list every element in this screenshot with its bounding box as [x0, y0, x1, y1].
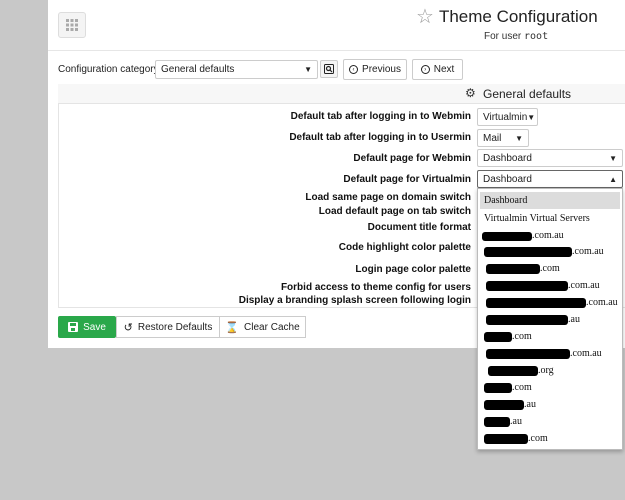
save-button[interactable]: Save	[58, 316, 116, 338]
next-label: Next	[433, 64, 455, 75]
redaction-bar	[486, 349, 570, 359]
dropdown-option[interactable]: .com	[540, 263, 560, 274]
row-label-splash-screen: Display a branding splash screen followi…	[238, 295, 471, 306]
dropdown-option[interactable]: Dashboard	[480, 192, 620, 209]
dropdown-option[interactable]: .au	[568, 314, 580, 325]
caret-down-icon: ▼	[304, 65, 312, 74]
webmin-tab-value: Virtualmin	[483, 111, 528, 123]
page-title: Theme Configuration	[438, 7, 598, 26]
caret-down-icon: ▼	[515, 133, 523, 143]
row-label-usermin-tab: Default tab after logging in to Usermin	[289, 132, 471, 143]
hourglass-icon: ⌛	[225, 321, 240, 334]
webmin-page-select[interactable]: Dashboard ▼	[477, 149, 623, 167]
page-title-wrap: ☆ Theme Configuration	[416, 7, 598, 27]
dropdown-option[interactable]: .au	[510, 416, 522, 427]
redaction-bar	[486, 298, 586, 308]
dropdown-option[interactable]: .com	[528, 433, 548, 444]
redaction-bar	[484, 400, 524, 410]
redaction-bar	[484, 383, 512, 393]
floppy-disk-icon	[68, 322, 79, 332]
clear-cache-button[interactable]: ⌛ Clear Cache	[219, 316, 306, 338]
section-title: General defaults	[483, 87, 572, 101]
row-label-login-palette: Login page color palette	[355, 264, 471, 275]
restore-label: Restore Defaults	[137, 321, 213, 333]
undo-icon: ↺	[123, 321, 133, 334]
webmin-page-value: Dashboard	[483, 152, 532, 164]
category-select[interactable]: General defaults ▼	[155, 60, 318, 79]
redaction-bar	[486, 315, 568, 325]
row-label-title-format: Document title format	[367, 222, 471, 233]
redaction-bar	[484, 434, 528, 444]
caret-down-icon: ▼	[609, 153, 617, 163]
redaction-bar	[484, 417, 510, 427]
dropdown-option[interactable]: .com.au	[586, 297, 618, 308]
page-subtitle: For user root	[484, 31, 548, 42]
dropdown-option[interactable]: .com.au	[572, 246, 604, 257]
search-icon	[324, 64, 334, 74]
dropdown-option[interactable]: Virtualmin Virtual Servers	[484, 213, 590, 224]
dropdown-option[interactable]: .com	[512, 331, 532, 342]
arrow-right-circle-icon: ›	[420, 65, 430, 74]
star-icon[interactable]: ☆	[416, 7, 434, 27]
row-label-code-palette: Code highlight color palette	[338, 242, 471, 253]
redaction-bar	[484, 247, 572, 257]
webmin-tab-select[interactable]: Virtualmin ▼	[477, 108, 538, 126]
category-search-button[interactable]	[320, 60, 338, 78]
category-label: Configuration category:	[58, 64, 162, 75]
subtitle-prefix: For user	[484, 31, 522, 42]
next-button[interactable]: › Next	[412, 59, 463, 80]
redaction-bar	[488, 366, 538, 376]
virtualmin-page-select[interactable]: Dashboard ▲	[477, 170, 623, 188]
header-divider	[48, 50, 625, 51]
row-label-webmin-page: Default page for Webmin	[353, 153, 471, 164]
redaction-bar	[484, 332, 512, 342]
clear-cache-label: Clear Cache	[244, 321, 300, 333]
virtualmin-page-value: Dashboard	[483, 173, 532, 185]
virtualmin-page-dropdown: Dashboard Virtualmin Virtual Servers .co…	[477, 188, 623, 450]
previous-button[interactable]: ‹ Previous	[343, 59, 407, 80]
row-label-same-page: Load same page on domain switch	[305, 192, 471, 203]
usermin-tab-select[interactable]: Mail ▼	[477, 129, 529, 147]
category-value: General defaults	[161, 64, 235, 75]
row-label-virtualmin-page: Default page for Virtualmin	[343, 174, 471, 185]
row-label-forbid-access: Forbid access to theme config for users	[280, 282, 471, 293]
dropdown-option[interactable]: .com.au	[570, 348, 602, 359]
gear-icon: ⚙	[465, 86, 476, 100]
restore-defaults-button[interactable]: ↺ Restore Defaults	[116, 316, 220, 338]
row-label-default-page: Load default page on tab switch	[318, 206, 471, 217]
dropdown-option[interactable]: .com.au	[568, 280, 600, 291]
caret-up-icon: ▲	[609, 174, 617, 184]
caret-down-icon: ▼	[527, 112, 536, 122]
dropdown-option[interactable]: .com.au	[532, 230, 564, 241]
usermin-tab-value: Mail	[483, 132, 502, 144]
row-label-webmin-tab: Default tab after logging in to Webmin	[290, 111, 471, 122]
redaction-bar	[486, 281, 568, 291]
dropdown-option[interactable]: .com	[512, 382, 532, 393]
save-label: Save	[83, 321, 106, 333]
redaction-bar	[486, 264, 540, 274]
redaction-bar	[482, 232, 532, 241]
dropdown-option[interactable]: .au	[524, 399, 536, 410]
dropdown-option[interactable]: .org	[538, 365, 554, 376]
subtitle-user: root	[524, 31, 549, 42]
previous-label: Previous	[362, 64, 401, 75]
grid-icon	[66, 19, 78, 31]
module-logo[interactable]	[58, 12, 86, 38]
arrow-left-circle-icon: ‹	[349, 65, 359, 74]
